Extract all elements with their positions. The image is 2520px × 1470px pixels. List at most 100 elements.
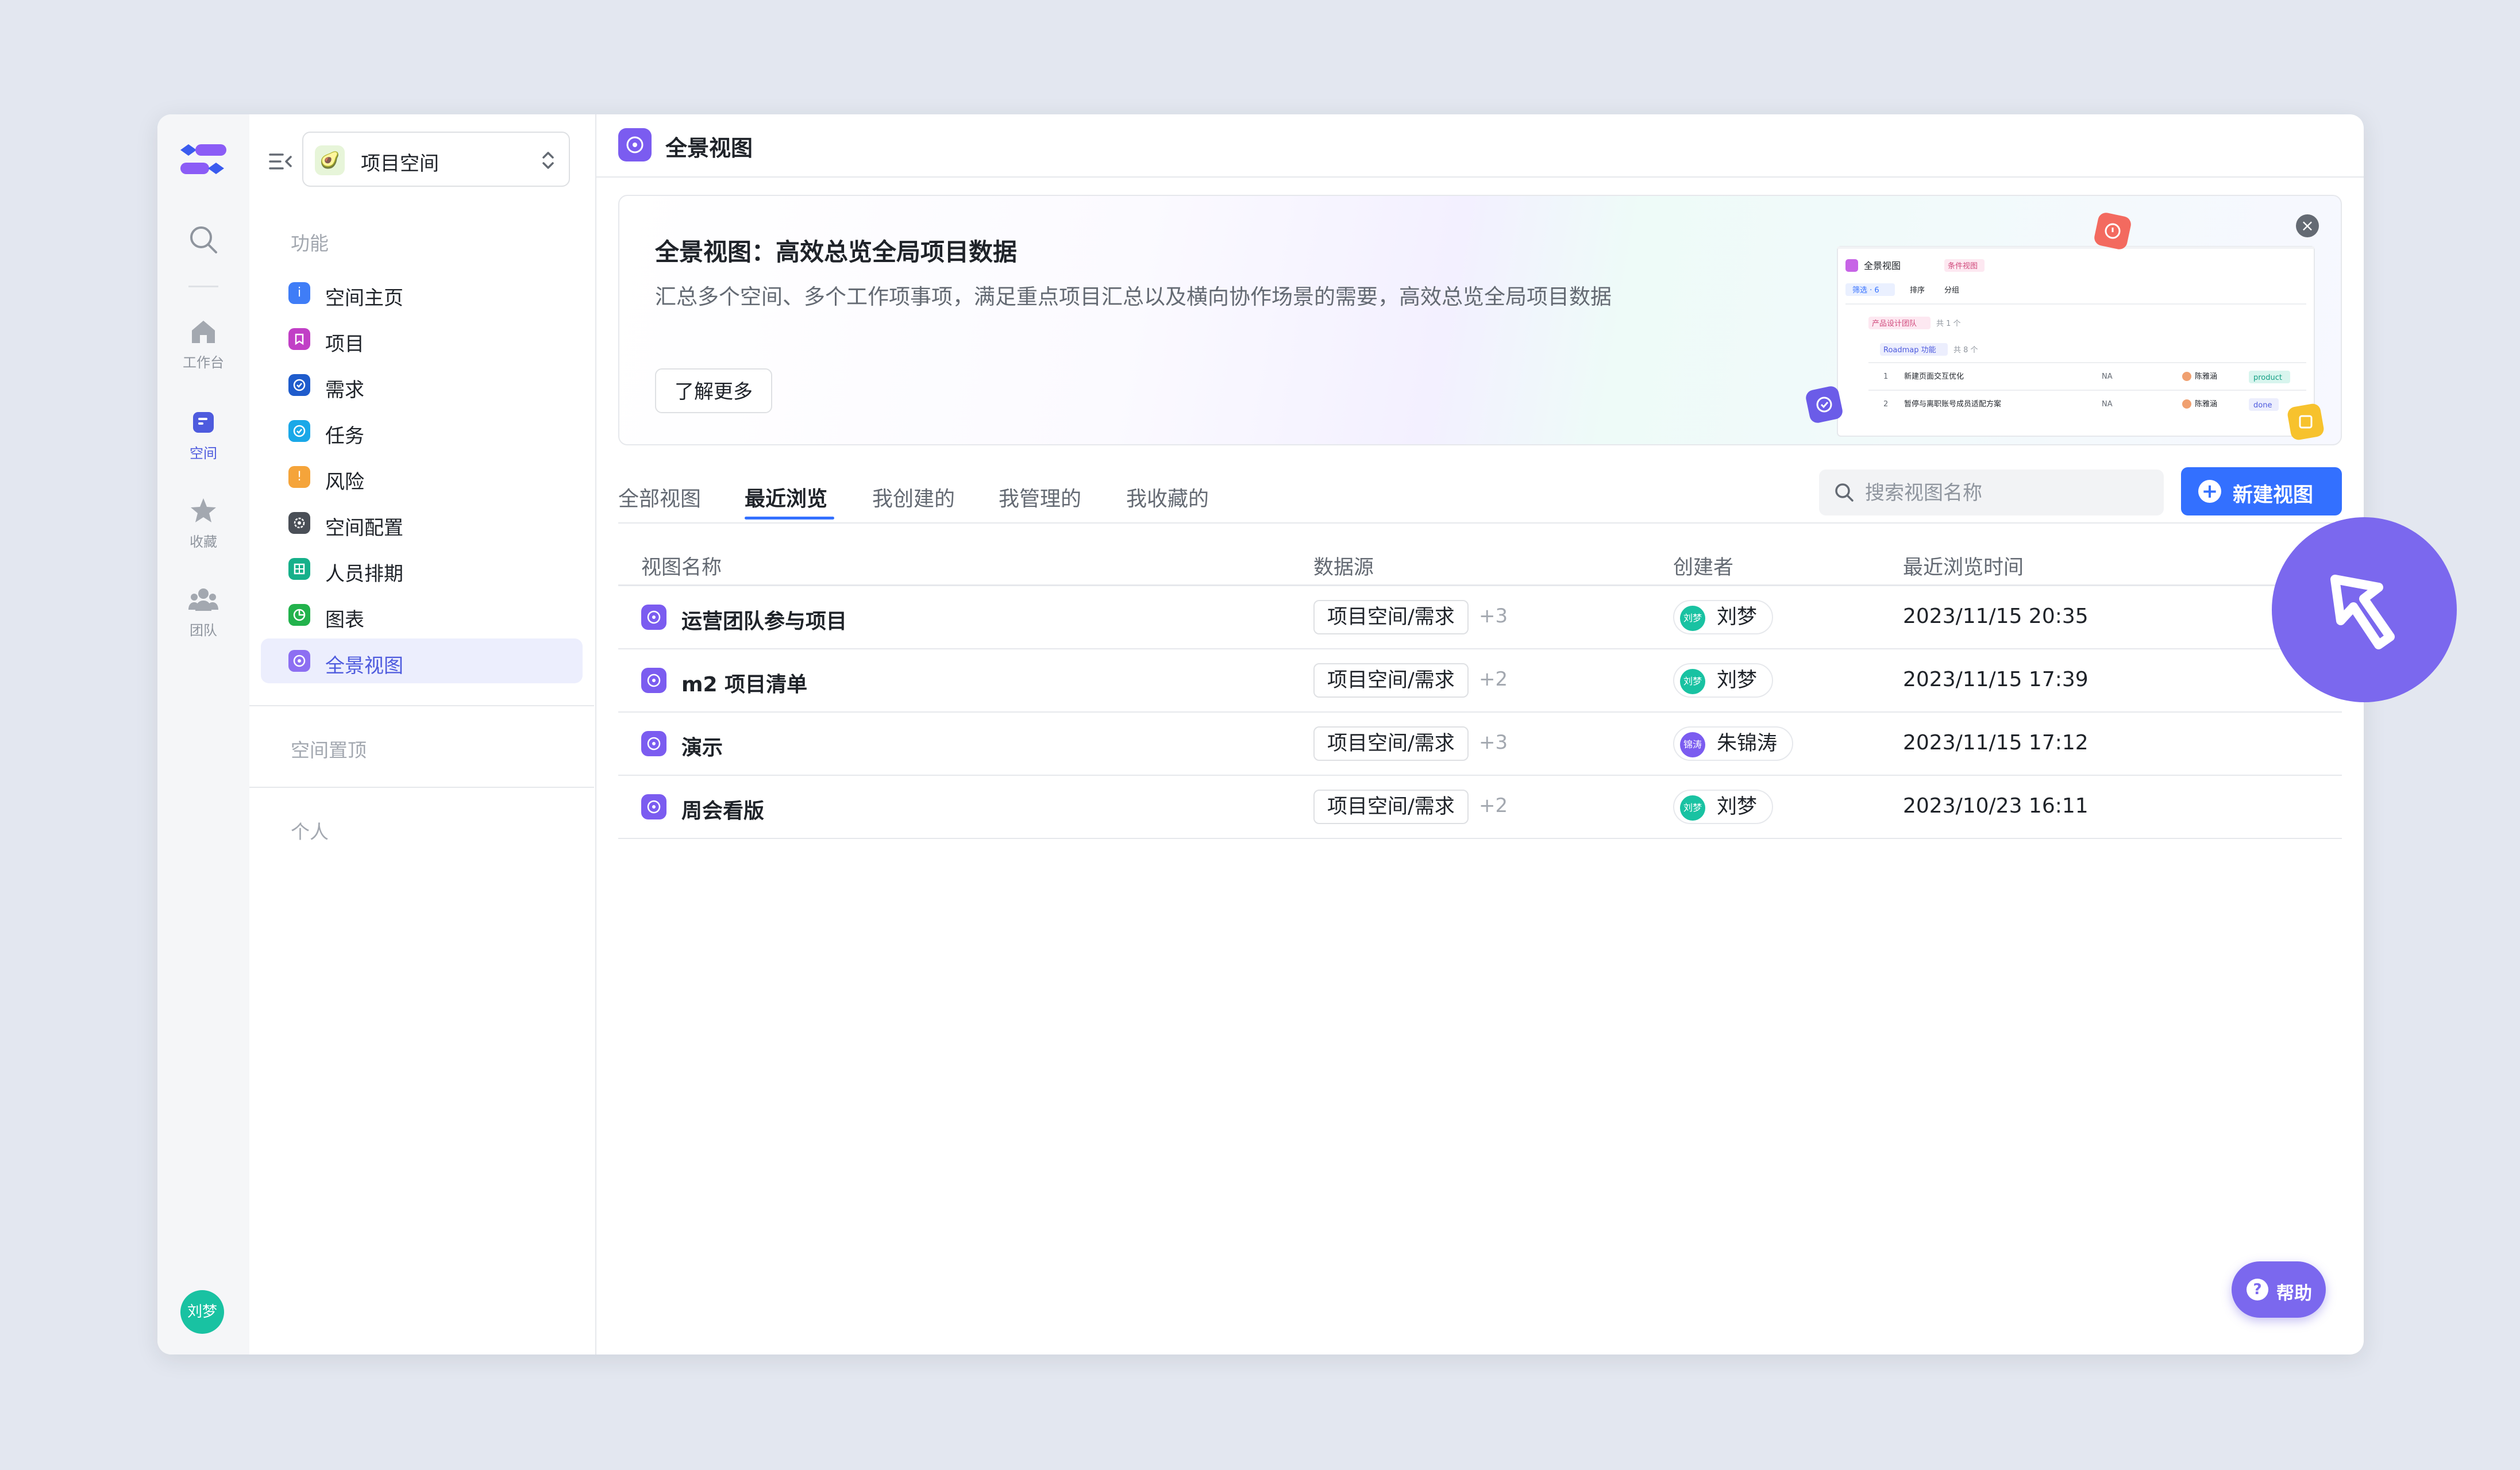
creator-chip: 刘梦 刘梦 (1673, 663, 1774, 698)
tab-created-by-me[interactable]: 我创建的 (872, 482, 955, 512)
preview-row-no: 2 (1883, 400, 1888, 409)
table-row[interactable]: 演示 项目空间/需求 +3 锦涛 朱锦涛 2023/11/15 17:12 (618, 713, 2342, 776)
data-source-more[interactable]: +2 (1479, 794, 1508, 817)
sidebar-item-space-home[interactable]: i 空间主页 (261, 271, 583, 315)
search-icon[interactable] (187, 224, 219, 256)
preview-row-name: 暂停与离职账号成员适配方案 (1904, 399, 2001, 409)
panorama-icon (288, 650, 310, 672)
table-header: 视图名称 数据源 创建者 最近浏览时间 (618, 540, 2342, 586)
space-icon (193, 412, 214, 433)
sidebar-item-panorama[interactable]: 全景视图 (261, 638, 583, 683)
divider (249, 705, 594, 706)
settings-icon (288, 512, 310, 534)
preview-row-owner: 陈雅涵 (2195, 399, 2217, 409)
preview-row-no: 1 (1883, 372, 1888, 381)
help-button[interactable]: ? 帮助 (2232, 1261, 2326, 1318)
column-header[interactable]: 创建者 (1673, 551, 1733, 580)
preview-group1: 产品设计团队 (1872, 320, 1917, 328)
help-label: 帮助 (2276, 1283, 2312, 1304)
data-source-tag: 项目空间/需求 (1313, 726, 1469, 761)
last-viewed-time: 2023/11/15 17:39 (1903, 668, 2089, 691)
active-tab-indicator (745, 517, 834, 519)
preview-filter: 筛选 · 6 (1852, 286, 1879, 295)
column-header[interactable]: 最近浏览时间 (1903, 551, 2024, 580)
sidebar-item-task[interactable]: 任务 (261, 409, 583, 453)
table-row[interactable]: 运营团队参与项目 项目空间/需求 +3 刘梦 刘梦 2023/11/15 20:… (618, 586, 2342, 649)
question-icon: ? (2247, 1279, 2268, 1300)
creator-name: 刘梦 (1717, 669, 1758, 692)
data-source-more[interactable]: +3 (1479, 605, 1508, 628)
preview-row-tag: product (2253, 374, 2282, 382)
sidebar-item-label: 人员排期 (325, 563, 403, 586)
app-logo-icon[interactable] (178, 140, 229, 181)
page-title: 全景视图 (665, 136, 753, 161)
collapse-sidebar-icon[interactable] (267, 148, 294, 175)
data-source-more[interactable]: +2 (1479, 668, 1508, 691)
sidebar-item-scheduling[interactable]: 人员排期 (261, 547, 583, 591)
intro-banner: 全景视图：高效总览全局项目数据 汇总多个空间、多个工作项事项，满足重点项目汇总以… (618, 195, 2342, 445)
rail-item-space[interactable]: 空间 (157, 406, 249, 462)
sidebar-item-chart[interactable]: 图表 (261, 592, 583, 637)
column-header[interactable]: 数据源 (1313, 551, 1374, 580)
rail-item-team[interactable]: 团队 (157, 583, 249, 639)
sidebar-item-space-settings[interactable]: 空间配置 (261, 501, 583, 545)
preview-row-value: NA (2102, 400, 2113, 409)
section-function: 功能 (291, 232, 329, 255)
rail-item-label: 工作台 (183, 355, 224, 371)
avatar: 刘梦 (1680, 795, 1705, 821)
panorama-icon (641, 668, 666, 693)
preview-row-owner: 陈雅涵 (2195, 372, 2217, 381)
space-selector[interactable]: 🥑 项目空间 (302, 132, 570, 187)
cursor-highlight (2272, 517, 2457, 702)
avocado-icon: 🥑 (315, 145, 345, 175)
new-view-button[interactable]: + 新建视图 (2181, 467, 2342, 515)
table-row[interactable]: m2 项目清单 项目空间/需求 +2 刘梦 刘梦 2023/11/15 17:3… (618, 649, 2342, 713)
preview-badge: 条件视图 (1948, 261, 1978, 271)
sidebar-item-project[interactable]: 项目 (261, 317, 583, 361)
check-circle-icon (288, 374, 310, 396)
sidebar-item-requirement[interactable]: 需求 (261, 363, 583, 407)
sidebar-item-risk[interactable]: ! 风险 (261, 455, 583, 499)
tab-recently-viewed[interactable]: 最近浏览 (745, 482, 827, 512)
rail-item-workbench[interactable]: 工作台 (157, 315, 249, 371)
column-header[interactable]: 视图名称 (641, 551, 722, 580)
view-name[interactable]: 演示 (681, 731, 723, 761)
tab-managed-by-me[interactable]: 我管理的 (999, 482, 1081, 512)
tab-favorited[interactable]: 我收藏的 (1126, 482, 1209, 512)
banner-title: 全景视图：高效总览全局项目数据 (655, 238, 1018, 266)
creator-chip: 刘梦 刘梦 (1673, 790, 1774, 824)
section-pinned[interactable]: 空间置顶 (291, 735, 367, 763)
user-avatar[interactable]: 刘梦 (180, 1290, 224, 1334)
tab-all-views[interactable]: 全部视图 (618, 482, 701, 512)
data-source-tag: 项目空间/需求 (1313, 663, 1469, 698)
search-input[interactable] (1864, 470, 2153, 517)
data-source-tag: 项目空间/需求 (1313, 790, 1469, 824)
learn-more-button[interactable]: 了解更多 (655, 368, 772, 413)
sidebar-item-label: 全景视图 (325, 655, 403, 678)
view-name[interactable]: 周会看版 (681, 794, 764, 824)
team-icon (188, 588, 218, 611)
preview-group: 分组 (1944, 286, 1959, 295)
rail-item-favorites[interactable]: 收藏 (157, 495, 249, 551)
panorama-icon (618, 128, 652, 161)
sidebar-item-label: 项目 (325, 333, 364, 356)
rail-item-label: 空间 (190, 445, 217, 461)
section-personal[interactable]: 个人 (291, 817, 329, 844)
preview-group1-count: 共 1 个 (1936, 320, 1961, 328)
preview-group2-count: 共 8 个 (1953, 346, 1978, 355)
sidebar-item-label: 图表 (325, 609, 364, 632)
view-name[interactable]: m2 项目清单 (681, 668, 807, 698)
main-content: 全景视图 全景视图：高效总览全局项目数据 汇总多个空间、多个工作项事项，满足重点… (595, 114, 2364, 1354)
banner-description: 汇总多个空间、多个工作项事项，满足重点项目汇总以及横向协作场景的需要，高效总览全… (655, 284, 1612, 309)
preview-row-value: NA (2102, 372, 2113, 381)
cursor-arrow-icon (2330, 575, 2395, 649)
preview-group2: Roadmap 功能 (1883, 346, 1936, 355)
preview-sort: 排序 (1910, 286, 1925, 295)
data-source-more[interactable]: +3 (1479, 731, 1508, 754)
feature-preview-image: 全景视图 条件视图 筛选 · 6 排序 分组 产品设计团队 共 1 个 Road… (1806, 213, 2324, 440)
table-row[interactable]: 周会看版 项目空间/需求 +2 刘梦 刘梦 2023/10/23 16:11 (618, 776, 2342, 839)
note-badge-icon (2287, 403, 2324, 440)
search-box[interactable] (1819, 470, 2164, 517)
view-name[interactable]: 运营团队参与项目 (681, 605, 847, 634)
avatar: 锦涛 (1680, 732, 1705, 757)
